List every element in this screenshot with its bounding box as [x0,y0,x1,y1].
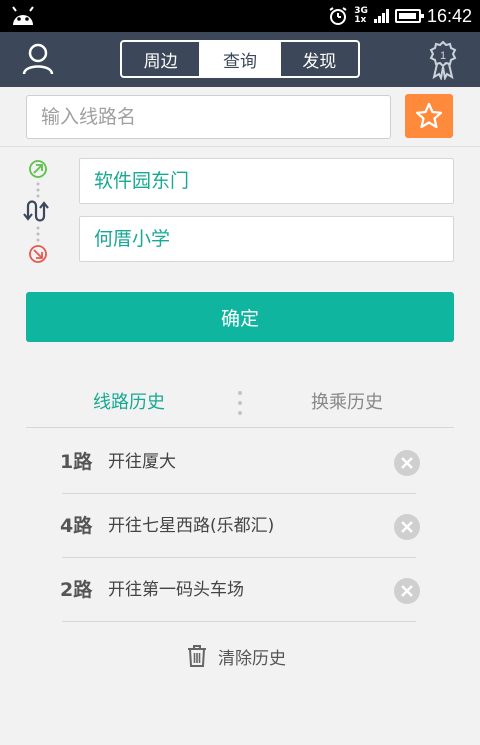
route-swap-icons [23,160,49,263]
android-icon [12,6,34,25]
favorite-button[interactable] [405,94,453,138]
history-item[interactable]: 4路 开往七星西路(乐都汇) [60,494,420,558]
signal-icon [373,9,389,23]
delete-item-button[interactable] [394,450,420,476]
tab-divider [238,391,242,417]
alarm-icon [329,7,347,25]
app-header: 周边 查询 发现 1 [0,32,480,87]
main-tabs: 周边 查询 发现 [120,40,360,78]
medal-count: 1 [440,50,446,62]
battery-icon [394,9,424,23]
network-indicator: 3G 1x [354,7,368,25]
history-item[interactable]: 2路 开往第一码头车场 [60,558,420,622]
line-direction: 开往厦大 [108,452,176,472]
tab-transfer-history[interactable]: 换乘历史 [272,380,422,426]
end-point-icon [29,245,47,263]
swap-icon[interactable] [23,200,49,222]
tab-line-history[interactable]: 线路历史 [54,380,204,426]
clear-history-button[interactable]: 清除历史 [186,640,286,672]
history-item[interactable]: 1路 开往厦大 [60,430,420,494]
network-type-bottom: 1x [354,15,367,25]
search-bar: 输入线路名 [0,87,480,147]
user-icon[interactable] [20,41,56,77]
history-tabs: 线路历史 换乘历史 [26,380,454,428]
delete-item-button[interactable] [394,578,420,604]
close-icon [401,585,413,597]
start-station-field[interactable]: 软件园东门 [79,158,454,204]
status-bar: 3G 1x 16:42 [0,0,480,32]
line-number: 4路 [60,515,93,537]
line-number: 2路 [60,579,93,601]
confirm-button[interactable]: 确定 [26,292,454,342]
start-point-icon [29,160,47,178]
end-station-field[interactable]: 何厝小学 [79,216,454,262]
status-time: 16:42 [426,5,472,26]
trash-icon [188,645,206,667]
tab-query[interactable]: 查询 [201,42,281,76]
close-icon [401,457,413,469]
tab-discover[interactable]: 发现 [281,42,358,76]
star-icon [415,102,443,129]
tab-nearby[interactable]: 周边 [122,42,202,76]
delete-item-button[interactable] [394,514,420,540]
line-direction: 开往第一码头车场 [108,580,244,600]
line-number: 1路 [60,451,93,473]
line-direction: 开往七星西路(乐都汇) [108,516,275,536]
medal-icon[interactable]: 1 [428,40,458,80]
line-search-input[interactable]: 输入线路名 [26,95,391,139]
clear-history-label: 清除历史 [218,648,286,669]
close-icon [401,521,413,533]
